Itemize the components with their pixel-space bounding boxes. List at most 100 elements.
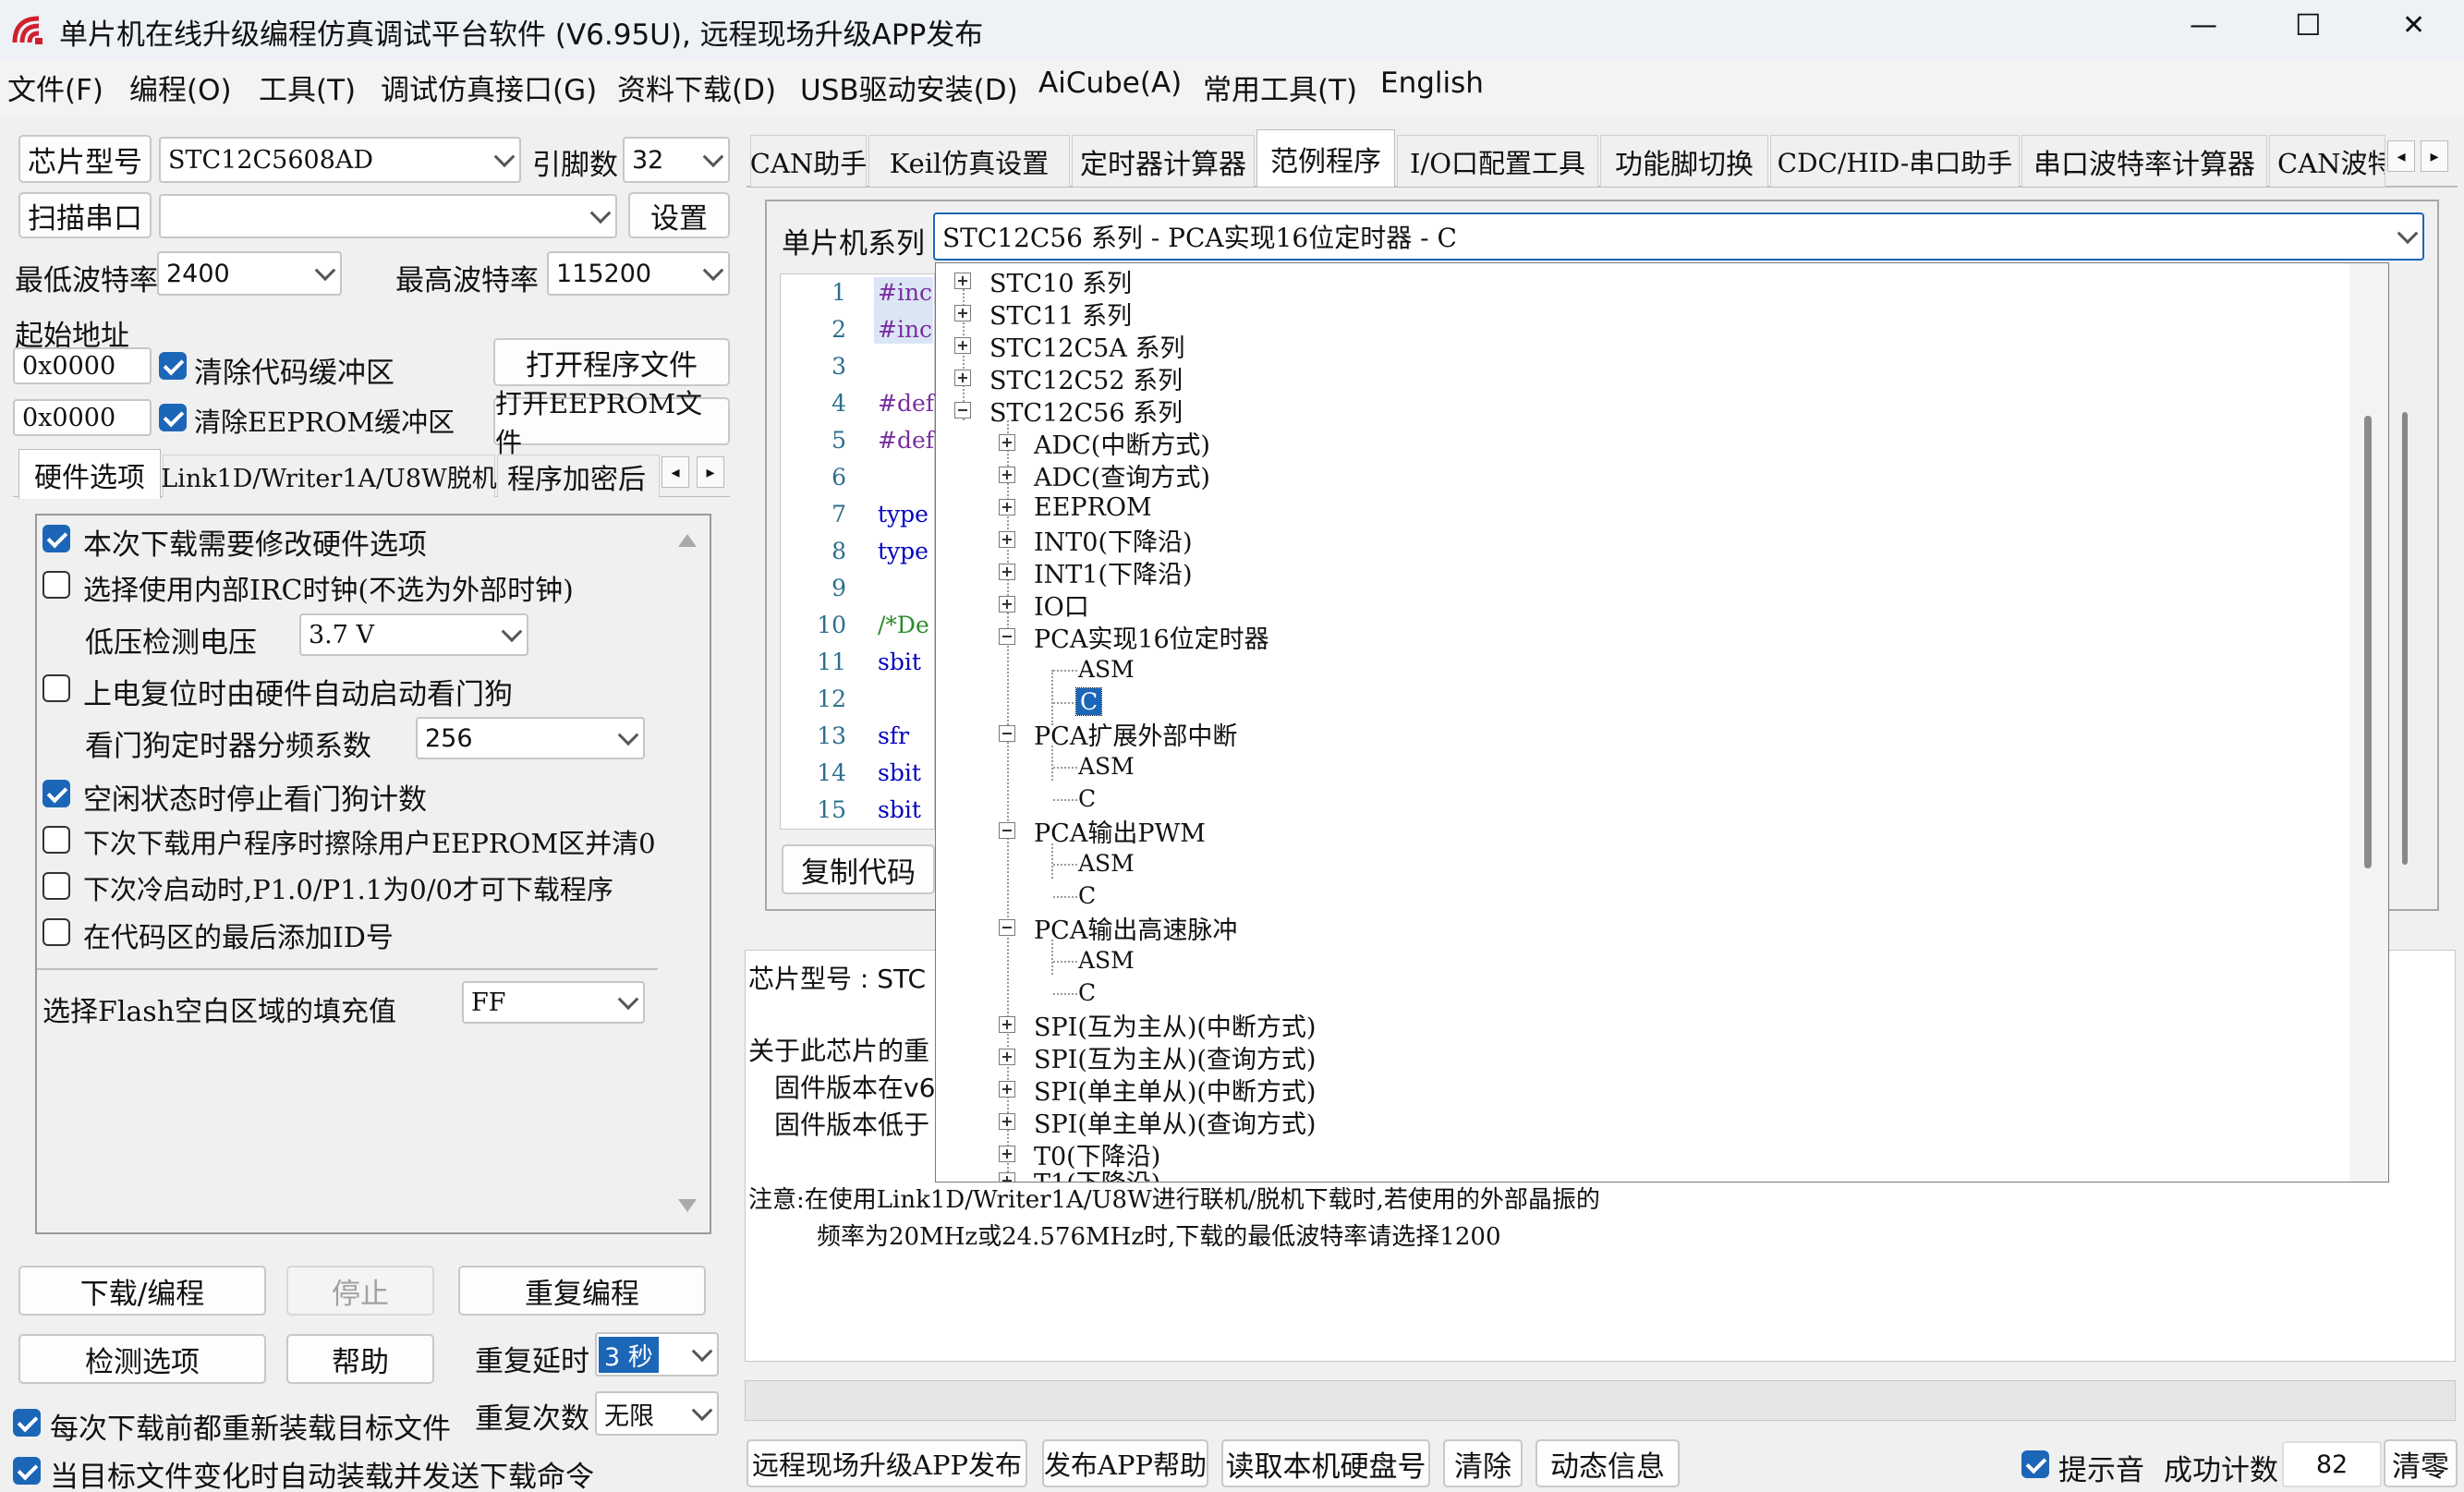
expand-icon[interactable] [999, 434, 1015, 451]
repeat-program-button[interactable]: 重复编程 [458, 1266, 706, 1316]
mcu-series-dropdown-tree[interactable]: STC10 系列 STC11 系列 STC12C5A 系列 STC12C52 系… [935, 262, 2389, 1183]
tab-encryption[interactable]: 程序加密后 [497, 455, 660, 497]
max-baud-select[interactable]: 115200 [547, 251, 730, 296]
min-baud-select[interactable]: 2400 [157, 251, 342, 296]
collapse-icon[interactable] [999, 822, 1015, 839]
tab-example-programs[interactable]: 范例程序 [1256, 129, 1395, 187]
read-disk-serial-button[interactable]: 读取本机硬盘号 [1221, 1439, 1430, 1487]
scroll-up-icon[interactable] [678, 534, 697, 547]
tabs-scroll-left-button[interactable]: ◂ [2387, 140, 2415, 172]
menu-usb-driver[interactable]: USB驱动安装(D) [800, 67, 1018, 108]
tab-scroll-left-button[interactable]: ◂ [662, 456, 689, 488]
reload-target-checkbox[interactable] [13, 1409, 41, 1437]
flash-fill-select[interactable]: FF [462, 981, 645, 1024]
sound-prompt-checkbox[interactable] [2021, 1450, 2049, 1478]
serial-port-select[interactable] [159, 194, 617, 238]
tab-io-config[interactable]: I/O口配置工具 [1397, 135, 1598, 187]
stop-button[interactable]: 停止 [286, 1266, 434, 1316]
editor-scrollbar[interactable] [2393, 273, 2426, 902]
tab-keil-sim[interactable]: Keil仿真设置 [868, 135, 1070, 187]
options-scrollbar[interactable] [665, 516, 710, 1232]
menu-common-tools[interactable]: 常用工具(T) [1203, 67, 1357, 108]
expand-icon[interactable] [954, 305, 971, 321]
expand-icon[interactable] [999, 499, 1015, 516]
tree-scroll-thumb[interactable] [2364, 416, 2372, 868]
eeprom-start-address-input[interactable]: 0x0000 [13, 399, 152, 436]
collapse-icon[interactable] [999, 628, 1015, 645]
tab-can-assistant[interactable]: CAN助手 [750, 135, 867, 187]
open-eeprom-file-button[interactable]: 打开EEPROM文件 [493, 388, 730, 458]
modify-hw-options-checkbox[interactable] [42, 525, 70, 552]
collapse-icon[interactable] [954, 402, 971, 418]
wdt-prescaler-select[interactable]: 256 [416, 717, 645, 759]
tabs-scroll-right-button[interactable]: ▸ [2421, 140, 2448, 172]
reset-count-button[interactable]: 清零 [2384, 1439, 2458, 1487]
collapse-icon[interactable] [999, 725, 1015, 742]
menu-file[interactable]: 文件(F) [7, 67, 103, 108]
clear-output-button[interactable]: 清除 [1443, 1439, 1523, 1487]
repeat-delay-select[interactable]: 3 秒 [595, 1332, 719, 1377]
dynamic-info-button[interactable]: 动态信息 [1535, 1439, 1680, 1487]
help-button[interactable]: 帮助 [286, 1334, 434, 1384]
expand-icon[interactable] [999, 531, 1015, 548]
expand-icon[interactable] [999, 1081, 1015, 1098]
remote-upgrade-publish-button[interactable]: 远程现场升级APP发布 [746, 1439, 1027, 1487]
expand-icon[interactable] [999, 1016, 1015, 1033]
auto-load-checkbox[interactable] [13, 1457, 41, 1485]
settings-button[interactable]: 设置 [628, 192, 730, 238]
copy-code-button[interactable]: 复制代码 [782, 844, 935, 894]
tab-can-baud[interactable]: CAN波特 [2269, 135, 2385, 187]
minimize-button[interactable]: — [2190, 9, 2217, 42]
maximize-button[interactable]: ☐ [2295, 7, 2322, 42]
tab-cdc-hid[interactable]: CDC/HID-串口助手 [1770, 135, 2020, 187]
expand-icon[interactable] [999, 467, 1015, 483]
scan-port-button[interactable]: 扫描串口 [18, 192, 152, 238]
tab-offline-programmer[interactable]: Link1D/Writer1A/U8W脱机 [161, 455, 497, 497]
scroll-down-icon[interactable] [678, 1199, 697, 1212]
publish-app-help-button[interactable]: 发布APP帮助 [1042, 1439, 1208, 1487]
clear-eeprom-buffer-checkbox[interactable] [159, 404, 187, 431]
editor-scroll-thumb[interactable] [2402, 412, 2408, 865]
code-start-address-input[interactable]: 0x0000 [13, 347, 152, 384]
tab-timer-calc[interactable]: 定时器计算器 [1072, 135, 1255, 187]
menu-tools[interactable]: 工具(T) [259, 67, 356, 108]
open-program-file-button[interactable]: 打开程序文件 [493, 338, 730, 386]
menu-download[interactable]: 资料下载(D) [617, 67, 776, 108]
tab-function-pin[interactable]: 功能脚切换 [1600, 135, 1768, 187]
menu-debug[interactable]: 调试仿真接口(G) [381, 67, 597, 108]
clear-code-buffer-checkbox[interactable] [159, 352, 187, 380]
mcu-series-select[interactable]: STC12C56 系列 - PCA实现16位定时器 - C [933, 212, 2424, 261]
repeat-count-select[interactable]: 无限 [595, 1391, 719, 1436]
internal-irc-checkbox[interactable] [42, 571, 70, 599]
expand-icon[interactable] [954, 273, 971, 289]
pin-count-select[interactable]: 32 [623, 137, 730, 183]
expand-icon[interactable] [999, 1172, 1015, 1182]
check-options-button[interactable]: 检测选项 [18, 1334, 266, 1384]
menu-aicube[interactable]: AiCube(A) [1038, 67, 1182, 100]
chip-type-button[interactable]: 芯片型号 [18, 135, 152, 183]
lvd-select[interactable]: 3.7 V [299, 613, 528, 656]
idle-stop-wdt-checkbox[interactable] [42, 780, 70, 807]
tree-guide [1053, 961, 1077, 963]
tab-hardware-options[interactable]: 硬件选项 [18, 449, 161, 499]
tab-baud-calc[interactable]: 串口波特率计算器 [2021, 135, 2267, 187]
tab-scroll-right-button[interactable]: ▸ [697, 456, 724, 488]
expand-icon[interactable] [999, 564, 1015, 580]
expand-icon[interactable] [999, 1113, 1015, 1130]
erase-eeprom-checkbox[interactable] [42, 826, 70, 854]
tree-scrollbar[interactable] [2349, 263, 2388, 1182]
collapse-icon[interactable] [999, 919, 1015, 936]
chip-type-select[interactable]: STC12C5608AD [159, 137, 521, 183]
add-id-checkbox[interactable] [42, 918, 70, 946]
expand-icon[interactable] [954, 370, 971, 386]
download-program-button[interactable]: 下载/编程 [18, 1266, 266, 1316]
cold-start-pin-checkbox[interactable] [42, 872, 70, 900]
expand-icon[interactable] [999, 1049, 1015, 1065]
expand-icon[interactable] [999, 596, 1015, 613]
close-button[interactable]: ✕ [2402, 9, 2425, 42]
menu-program[interactable]: 编程(O) [129, 67, 232, 108]
expand-icon[interactable] [999, 1146, 1015, 1162]
auto-watchdog-checkbox[interactable] [42, 674, 70, 702]
menu-english[interactable]: English [1380, 67, 1484, 100]
expand-icon[interactable] [954, 337, 971, 354]
